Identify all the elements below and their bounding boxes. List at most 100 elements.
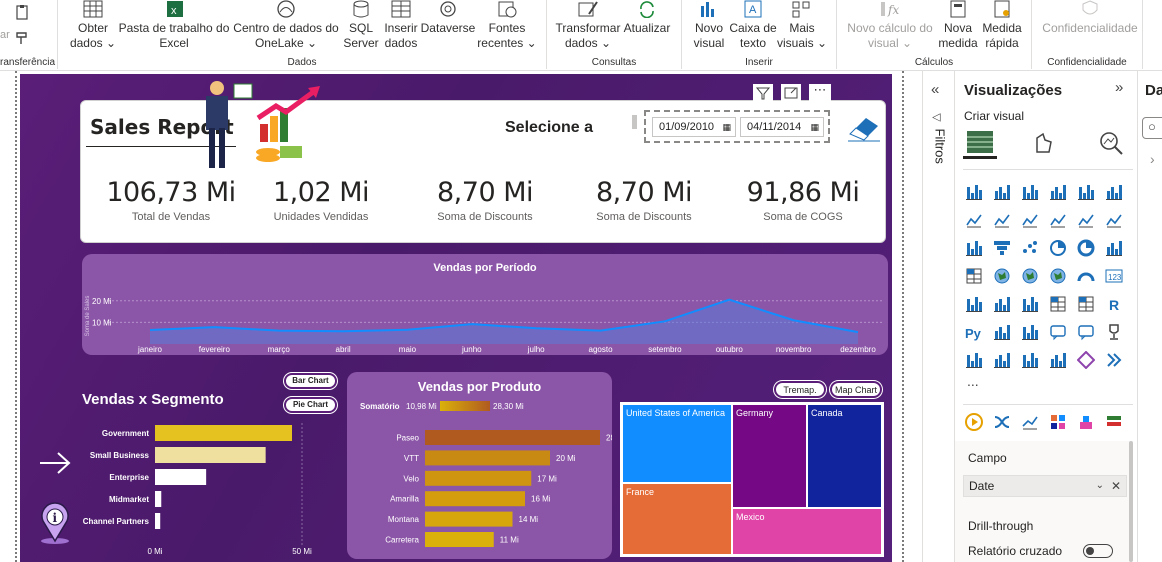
donut-chart-icon[interactable]: [1077, 239, 1095, 257]
sensitivity-button[interactable]: Confidencialidade: [1036, 0, 1144, 56]
filled-map-icon[interactable]: [1021, 267, 1039, 285]
more-visuals-button[interactable]: Mais visuais ⌄: [777, 0, 827, 56]
dataverse-button[interactable]: Dataverse: [420, 0, 476, 56]
line-chart-icon[interactable]: [965, 211, 983, 229]
azure-map-icon[interactable]: [1049, 267, 1067, 285]
area-chart-icon[interactable]: [993, 211, 1011, 229]
line-sparkline-icon[interactable]: [1021, 413, 1039, 431]
stacked-column-icon[interactable]: [993, 183, 1011, 201]
slicer-icon[interactable]: [1021, 295, 1039, 313]
bar-column-icon[interactable]: [1105, 239, 1123, 257]
eraser-icon[interactable]: [846, 112, 882, 142]
info-pin-icon[interactable]: i: [37, 501, 73, 545]
decomposition-tree-icon[interactable]: [1021, 323, 1039, 341]
power-bi-icon[interactable]: [1049, 351, 1067, 369]
recent-sources-button[interactable]: Fontes recentes ⌄: [476, 0, 538, 56]
chevron-down-icon[interactable]: ⌄: [1096, 476, 1104, 496]
matrix-icon[interactable]: [1077, 295, 1095, 313]
gauge-icon[interactable]: [1077, 267, 1095, 285]
arrow-right-icon[interactable]: [38, 448, 72, 478]
smart-narrative-icon[interactable]: [1077, 323, 1095, 341]
date-slicer[interactable]: 01/09/2010 ▦ 04/11/2014 ▦: [644, 110, 830, 143]
format-painter-icon[interactable]: [14, 30, 30, 46]
bar-chart-button[interactable]: Bar Chart: [284, 373, 337, 389]
python-visual-icon[interactable]: Py: [965, 323, 983, 341]
format-visual-icon[interactable]: [1031, 130, 1057, 156]
sql-server-button[interactable]: SQL Server: [340, 0, 382, 56]
filter-icon[interactable]: [753, 84, 773, 102]
pie-chart-icon[interactable]: [1049, 239, 1067, 257]
date-end-field[interactable]: 04/11/2014 ▦: [740, 117, 824, 137]
paginated-report-icon[interactable]: [965, 351, 983, 369]
new-visual-button[interactable]: Novo visual: [689, 0, 729, 56]
excel-workbook-button[interactable]: x Pasta de trabalho do Excel: [118, 0, 230, 56]
chevrons-icon[interactable]: [1105, 351, 1123, 369]
line-column-icon[interactable]: [1077, 211, 1095, 229]
sankey-icon[interactable]: [993, 413, 1011, 431]
calendar-icon[interactable]: ▦: [810, 118, 819, 136]
text-box-button[interactable]: A Caixa de texto: [729, 0, 777, 56]
clustered-bar-icon[interactable]: [1021, 183, 1039, 201]
line-clustered-icon[interactable]: [1105, 211, 1123, 229]
waterfall-icon[interactable]: [965, 239, 983, 257]
power-apps-icon[interactable]: [993, 351, 1011, 369]
new-measure-button[interactable]: Nova medida: [936, 0, 980, 56]
date-start-field[interactable]: 01/09/2010 ▦: [652, 117, 736, 137]
multi-row-card-icon[interactable]: [965, 295, 983, 313]
map-icon[interactable]: [993, 267, 1011, 285]
matrix-custom-icon[interactable]: [1049, 413, 1067, 431]
map-chart-button[interactable]: Map Chart: [830, 381, 882, 398]
paste-icon[interactable]: [14, 4, 30, 20]
insert-data-button[interactable]: Inserir dados: [382, 0, 420, 56]
power-automate-icon[interactable]: [1021, 351, 1039, 369]
ribbon-chart-icon[interactable]: [1049, 211, 1067, 229]
treemap-tile-germany[interactable]: Germany: [733, 405, 806, 507]
filters-pane[interactable]: « ▽ Filtros: [922, 71, 954, 562]
expand-chevrons-icon[interactable]: »: [1115, 79, 1123, 96]
stacked-bar-icon[interactable]: [965, 183, 983, 201]
treemap-tile-mexico[interactable]: Mexico: [733, 509, 881, 554]
new-visual-calc-button[interactable]: fx Novo cálculo do visual ⌄: [844, 0, 936, 56]
quick-measure-button[interactable]: Medida rápida: [980, 0, 1024, 56]
get-data-button[interactable]: Obter dados ⌄: [68, 0, 118, 56]
focus-mode-icon[interactable]: [781, 84, 801, 102]
scatter-icon[interactable]: [1021, 239, 1039, 257]
scroll-handle[interactable]: [632, 115, 637, 129]
play-axis-icon[interactable]: [965, 413, 983, 431]
analytics-icon[interactable]: [1098, 130, 1124, 156]
treemap-tile-france[interactable]: France: [623, 484, 731, 554]
kpi-custom-icon[interactable]: [1105, 413, 1123, 431]
collapse-chevrons-icon[interactable]: «: [931, 81, 939, 98]
treemap-tile-canada[interactable]: Canada: [808, 405, 881, 507]
treemap-button[interactable]: Tremap.: [774, 381, 826, 398]
more-options-icon[interactable]: ⋯: [809, 83, 831, 102]
funnel-icon[interactable]: [993, 239, 1011, 257]
calendar-icon[interactable]: ▦: [722, 118, 731, 136]
treemap-tile-usa[interactable]: United States of America: [623, 405, 731, 482]
pie-chart-button[interactable]: Pie Chart: [284, 397, 337, 413]
cross-report-toggle[interactable]: [1083, 544, 1113, 558]
treemap-icon[interactable]: [965, 267, 983, 285]
cake-icon[interactable]: [1077, 413, 1095, 431]
more-visuals-ellipsis[interactable]: ...: [967, 373, 979, 389]
build-visual-icon[interactable]: [963, 127, 997, 159]
clustered-column-icon[interactable]: [1049, 183, 1067, 201]
qa-icon[interactable]: [1049, 323, 1067, 341]
transform-data-button[interactable]: Transformar dados ⌄: [555, 0, 621, 56]
chevron-right-icon[interactable]: ›: [1150, 151, 1155, 167]
table-icon[interactable]: [1049, 295, 1067, 313]
diamond-icon[interactable]: [1076, 350, 1096, 370]
onelake-button[interactable]: Centro de dados do OneLake ⌄: [230, 0, 342, 56]
100-bar-icon[interactable]: [1077, 183, 1095, 201]
r-visual-icon[interactable]: R: [1105, 295, 1123, 313]
key-influencers-icon[interactable]: [993, 323, 1011, 341]
refresh-button[interactable]: Atualizar: [621, 0, 673, 56]
kpi-icon[interactable]: [993, 295, 1011, 313]
filters-label[interactable]: Filtros: [933, 129, 948, 169]
viz-scrollbar[interactable]: [1129, 441, 1133, 562]
100-column-icon[interactable]: [1105, 183, 1123, 201]
stacked-area-icon[interactable]: [1021, 211, 1039, 229]
close-icon[interactable]: ✕: [1111, 476, 1121, 496]
trophy-icon[interactable]: [1105, 323, 1123, 341]
campo-field-well[interactable]: Date ⌄ ✕: [963, 475, 1127, 497]
